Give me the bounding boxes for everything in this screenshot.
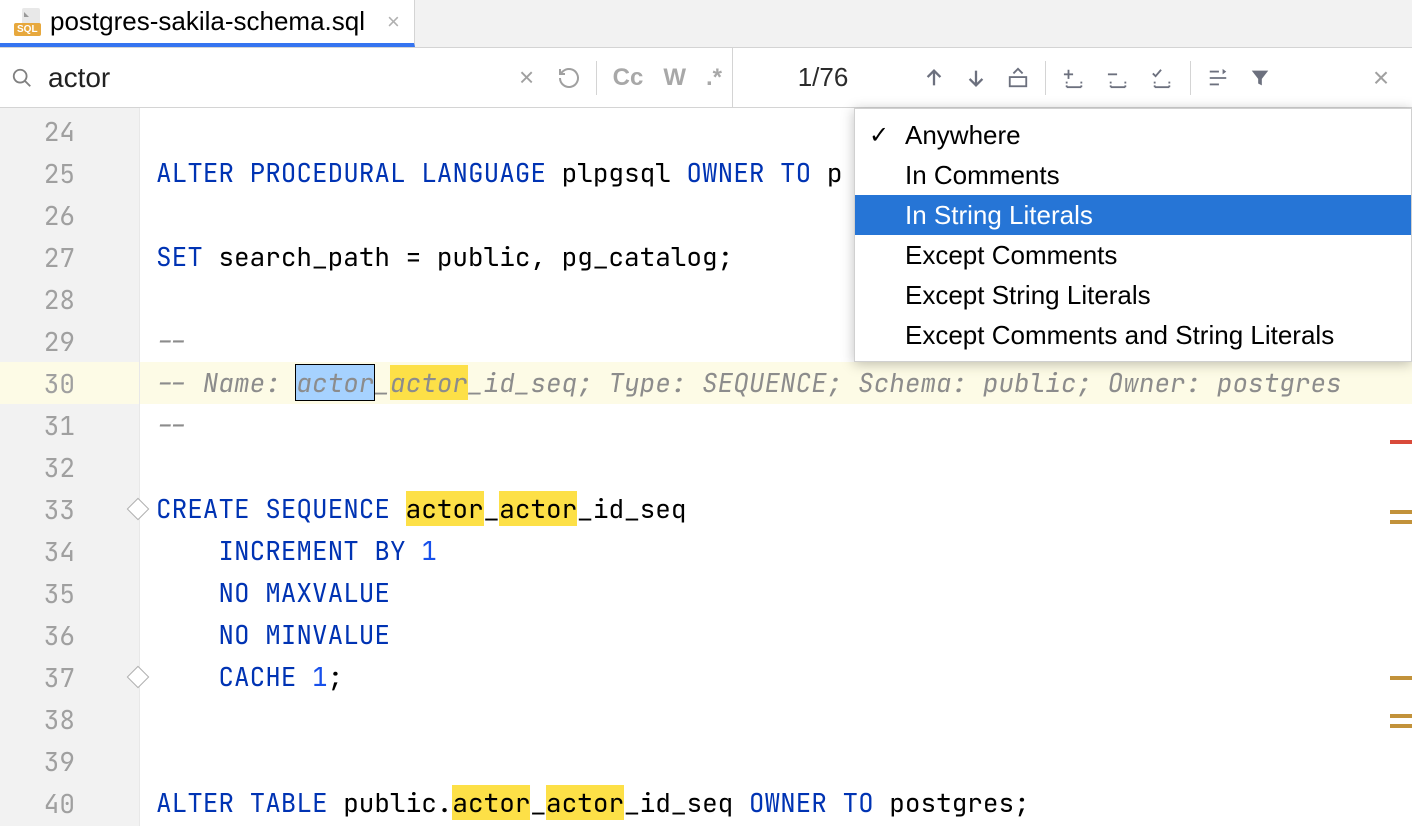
find-toolbar: × Cc W .* 1/76 — [0, 48, 1412, 108]
line-number: 36 — [0, 614, 139, 656]
code-line — [140, 740, 1412, 782]
stripe-mark[interactable] — [1390, 724, 1412, 728]
code-line: ALTER TABLE public.actor_actor_id_seq OW… — [140, 782, 1412, 824]
code-line — [140, 446, 1412, 488]
close-tab-icon[interactable]: × — [387, 9, 400, 35]
stripe-mark[interactable] — [1390, 714, 1412, 718]
code-line: -- — [140, 404, 1412, 446]
dropdown-item-label: Except Comments — [905, 240, 1117, 271]
filter-option-except-comments[interactable]: Except Comments — [855, 235, 1411, 275]
code-line: -- Name: actor_actor_id_seq; Type: SEQUE… — [140, 362, 1412, 404]
dropdown-item-label: In String Literals — [905, 200, 1093, 231]
line-number: 28 — [0, 278, 139, 320]
code-line: NO MINVALUE — [140, 614, 1412, 656]
line-number: 27 — [0, 236, 139, 278]
stripe-mark[interactable] — [1390, 676, 1412, 680]
stripe-mark[interactable] — [1390, 520, 1412, 524]
match-counter: 1/76 — [733, 62, 913, 93]
line-number: 37 — [0, 656, 139, 698]
line-number: 39 — [0, 740, 139, 782]
search-icon — [0, 67, 44, 89]
filter-icon[interactable] — [1239, 67, 1281, 89]
filter-dropdown: ✓ Anywhere In Comments In String Literal… — [854, 108, 1412, 362]
dropdown-item-label: In Comments — [905, 160, 1060, 191]
filter-option-anywhere[interactable]: ✓ Anywhere — [855, 115, 1411, 155]
add-selection-icon[interactable] — [1052, 67, 1096, 89]
dropdown-item-label: Except String Literals — [905, 280, 1151, 311]
tab-title: postgres-sakila-schema.sql — [50, 6, 365, 37]
remove-selection-icon[interactable] — [1096, 67, 1140, 89]
filter-option-in-string-literals[interactable]: In String Literals — [855, 195, 1411, 235]
search-input[interactable] — [44, 62, 506, 94]
code-line — [140, 698, 1412, 740]
select-all-occurrences-icon[interactable] — [1140, 67, 1184, 89]
code-line: CREATE SEQUENCE actor_actor_id_seq — [140, 488, 1412, 530]
filter-option-except-comments-string-literals[interactable]: Except Comments and String Literals — [855, 315, 1411, 355]
line-number: 38 — [0, 698, 139, 740]
code-line: CACHE 1; — [140, 656, 1412, 698]
whole-words-toggle[interactable]: W — [653, 64, 696, 92]
match-case-toggle[interactable]: Cc — [603, 64, 654, 92]
sql-file-icon: SQL — [14, 8, 40, 36]
filter-option-except-string-literals[interactable]: Except String Literals — [855, 275, 1411, 315]
search-actions: 1/76 × — [733, 48, 1412, 107]
prev-match-icon[interactable] — [913, 67, 955, 89]
line-number: 33 — [0, 488, 139, 530]
select-all-icon[interactable] — [997, 67, 1039, 89]
code-line: INCREMENT BY 1 — [140, 530, 1412, 572]
line-number: 30 — [0, 362, 139, 404]
history-icon[interactable] — [548, 48, 590, 107]
dropdown-item-label: Anywhere — [905, 120, 1021, 151]
line-number: 31 — [0, 404, 139, 446]
regex-toggle[interactable]: .* — [696, 64, 732, 92]
close-search-icon[interactable]: × — [1360, 48, 1402, 107]
code-line: NO MAXVALUE — [140, 572, 1412, 614]
stripe-mark[interactable] — [1390, 510, 1412, 514]
gutter: 24 25 26 27 28 29 30 31 32 33 34 35 36 3… — [0, 108, 140, 826]
line-number: 26 — [0, 194, 139, 236]
line-number: 32 — [0, 446, 139, 488]
filter-option-in-comments[interactable]: In Comments — [855, 155, 1411, 195]
line-number: 29 — [0, 320, 139, 362]
stripe-mark[interactable] — [1390, 440, 1412, 444]
line-number: 35 — [0, 572, 139, 614]
next-match-icon[interactable] — [955, 67, 997, 89]
line-number: 25 — [0, 152, 139, 194]
editor-tab[interactable]: SQL postgres-sakila-schema.sql × — [0, 0, 415, 47]
line-number: 40 — [0, 782, 139, 824]
line-number: 24 — [0, 110, 139, 152]
check-icon: ✓ — [869, 121, 889, 150]
dropdown-item-label: Except Comments and String Literals — [905, 320, 1334, 351]
clear-search-icon[interactable]: × — [506, 48, 548, 107]
search-section: × Cc W .* — [0, 48, 733, 107]
tab-bar: SQL postgres-sakila-schema.sql × — [0, 0, 1412, 48]
search-scope-icon[interactable] — [1197, 67, 1239, 89]
line-number: 34 — [0, 530, 139, 572]
